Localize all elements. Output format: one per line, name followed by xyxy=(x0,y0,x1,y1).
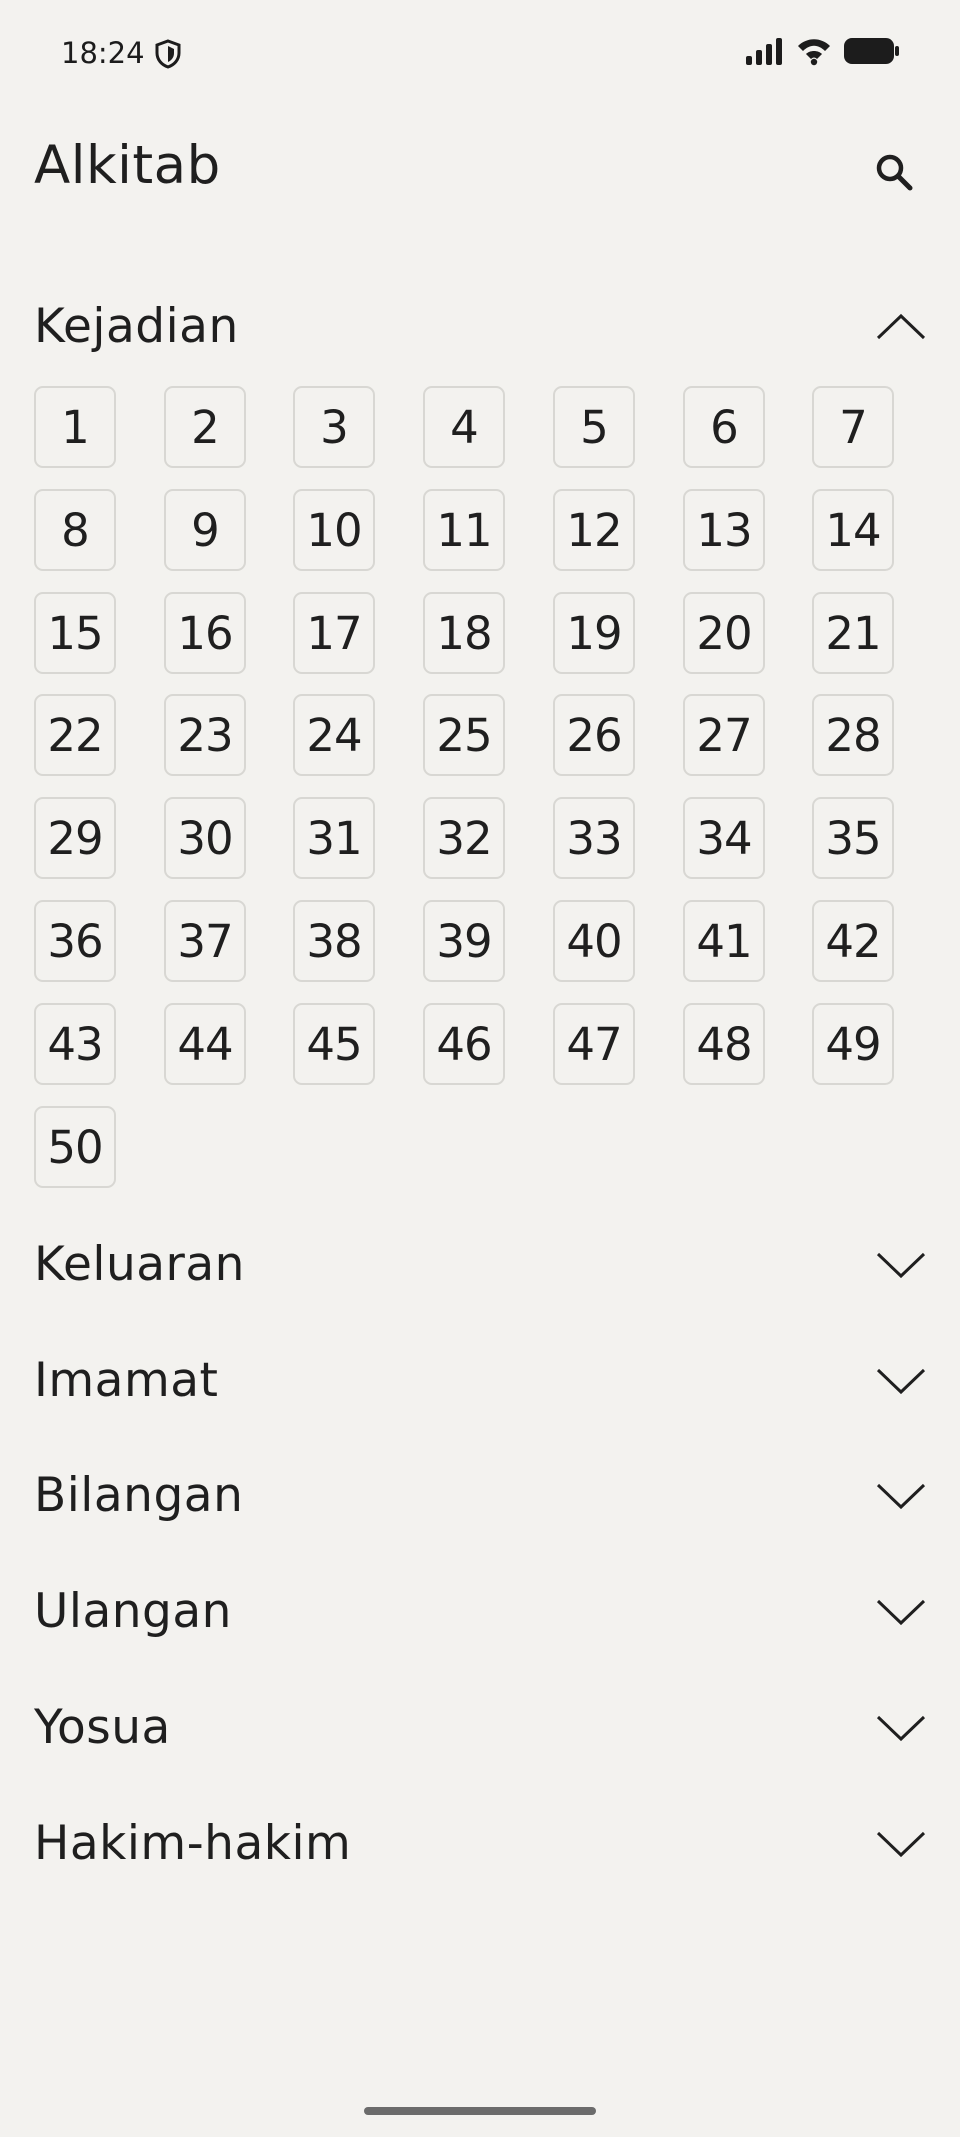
chapter-button[interactable]: 26 xyxy=(553,694,635,776)
chapter-button[interactable]: 17 xyxy=(293,592,375,674)
book-header-imamat[interactable]: Imamat xyxy=(0,1341,960,1421)
search-icon xyxy=(876,154,913,191)
chapter-button[interactable]: 34 xyxy=(683,797,765,879)
chapter-button[interactable]: 15 xyxy=(34,592,116,674)
battery-icon xyxy=(844,38,899,64)
chapter-button[interactable]: 9 xyxy=(164,489,246,571)
signal-icon xyxy=(746,38,782,65)
wifi-icon xyxy=(798,39,830,66)
chapter-button[interactable]: 12 xyxy=(553,489,635,571)
chevron-up-icon xyxy=(876,313,926,340)
chapter-button[interactable]: 24 xyxy=(293,694,375,776)
chapter-button[interactable]: 25 xyxy=(423,694,505,776)
chapter-button[interactable]: 37 xyxy=(164,900,246,982)
book-header-keluaran[interactable]: Keluaran xyxy=(0,1225,960,1305)
chapter-button[interactable]: 41 xyxy=(683,900,765,982)
chapter-button[interactable]: 14 xyxy=(812,489,894,571)
chapter-button[interactable]: 5 xyxy=(553,386,635,468)
book-header-bilangan[interactable]: Bilangan xyxy=(0,1456,960,1536)
chapter-button[interactable]: 28 xyxy=(812,694,894,776)
chapter-button[interactable]: 27 xyxy=(683,694,765,776)
chapter-button[interactable]: 42 xyxy=(812,900,894,982)
chapter-button[interactable]: 39 xyxy=(423,900,505,982)
chapter-button[interactable]: 46 xyxy=(423,1003,505,1085)
status-bar: 18:24 xyxy=(0,0,960,104)
chapter-button[interactable]: 10 xyxy=(293,489,375,571)
chapter-button[interactable]: 48 xyxy=(683,1003,765,1085)
chapter-button[interactable]: 20 xyxy=(683,592,765,674)
chapter-button[interactable]: 49 xyxy=(812,1003,894,1085)
book-name: Keluaran xyxy=(34,1237,245,1292)
book-header-yosua[interactable]: Yosua xyxy=(0,1688,960,1768)
chevron-down-icon xyxy=(876,1368,926,1395)
chapter-button[interactable]: 35 xyxy=(812,797,894,879)
chapter-button[interactable]: 3 xyxy=(293,386,375,468)
chevron-down-icon xyxy=(876,1599,926,1626)
chapter-button[interactable]: 43 xyxy=(34,1003,116,1085)
status-time: 18:24 xyxy=(61,36,145,70)
chevron-down-icon xyxy=(876,1483,926,1510)
chapter-button[interactable]: 18 xyxy=(423,592,505,674)
chapter-button[interactable]: 16 xyxy=(164,592,246,674)
chapter-button[interactable]: 6 xyxy=(683,386,765,468)
chapter-button[interactable]: 23 xyxy=(164,694,246,776)
chapter-button[interactable]: 31 xyxy=(293,797,375,879)
chapter-button[interactable]: 47 xyxy=(553,1003,635,1085)
search-button[interactable] xyxy=(862,140,926,204)
chevron-down-icon xyxy=(876,1715,926,1742)
home-indicator[interactable] xyxy=(364,2107,596,2115)
book-name: Bilangan xyxy=(34,1468,244,1523)
chapter-button[interactable]: 11 xyxy=(423,489,505,571)
book-header-hakim-hakim[interactable]: Hakim-hakim xyxy=(0,1804,960,1884)
chapter-button[interactable]: 50 xyxy=(34,1106,116,1188)
chapter-button[interactable]: 8 xyxy=(34,489,116,571)
chapter-button[interactable]: 13 xyxy=(683,489,765,571)
chapter-button[interactable]: 21 xyxy=(812,592,894,674)
book-name: Kejadian xyxy=(34,299,239,354)
chapter-button[interactable]: 45 xyxy=(293,1003,375,1085)
book-name: Ulangan xyxy=(34,1584,232,1639)
chapter-button[interactable]: 33 xyxy=(553,797,635,879)
chapter-button[interactable]: 4 xyxy=(423,386,505,468)
chapter-button[interactable]: 44 xyxy=(164,1003,246,1085)
chapter-button[interactable]: 1 xyxy=(34,386,116,468)
chevron-down-icon xyxy=(876,1252,926,1279)
book-name: Yosua xyxy=(34,1700,171,1755)
book-header-ulangan[interactable]: Ulangan xyxy=(0,1572,960,1652)
chapter-button[interactable]: 22 xyxy=(34,694,116,776)
app-bar: Alkitab xyxy=(0,120,960,220)
book-header-kejadian[interactable]: Kejadian xyxy=(0,287,960,367)
chapter-button[interactable]: 2 xyxy=(164,386,246,468)
chapter-button[interactable]: 32 xyxy=(423,797,505,879)
chapter-button[interactable]: 36 xyxy=(34,900,116,982)
chapter-button[interactable]: 30 xyxy=(164,797,246,879)
chapter-button[interactable]: 29 xyxy=(34,797,116,879)
chapter-button[interactable]: 7 xyxy=(812,386,894,468)
chapter-button[interactable]: 38 xyxy=(293,900,375,982)
chapter-button[interactable]: 40 xyxy=(553,900,635,982)
status-icons xyxy=(746,36,900,66)
book-name: Hakim-hakim xyxy=(34,1816,352,1871)
book-name: Imamat xyxy=(34,1353,219,1408)
chevron-down-icon xyxy=(876,1831,926,1858)
chapter-button[interactable]: 19 xyxy=(553,592,635,674)
page-title: Alkitab xyxy=(34,135,221,196)
shield-icon xyxy=(155,39,181,69)
